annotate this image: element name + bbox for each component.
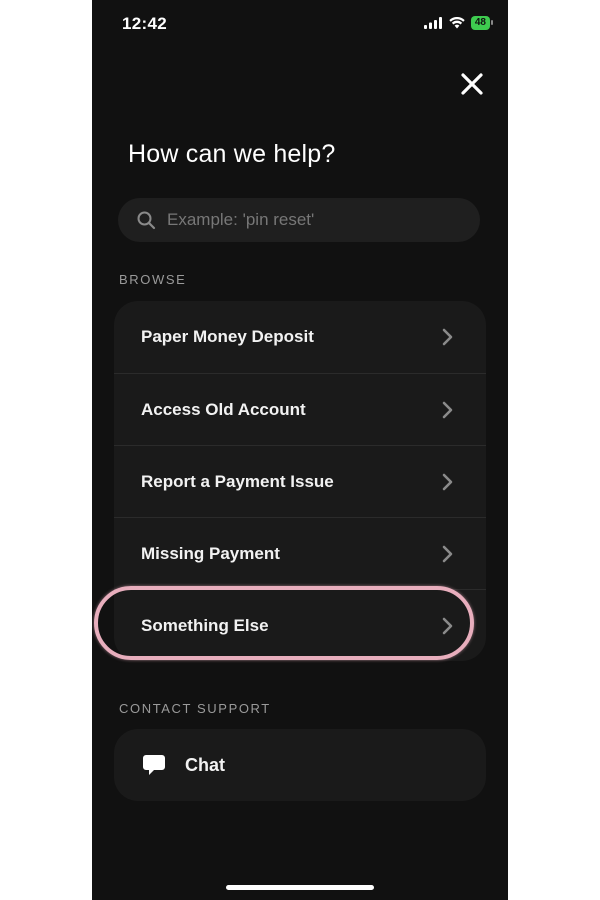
browse-item-label: Something Else bbox=[141, 615, 269, 635]
chat-bubble-icon bbox=[143, 755, 165, 775]
contact-support-label: CONTACT SUPPORT bbox=[119, 701, 271, 716]
status-icons: 48 bbox=[423, 16, 494, 30]
chat-button[interactable]: Chat bbox=[114, 729, 486, 801]
status-time: 12:42 bbox=[122, 14, 167, 33]
close-icon[interactable] bbox=[458, 70, 486, 98]
search-input[interactable] bbox=[165, 209, 469, 231]
browse-section-label: BROWSE bbox=[119, 272, 187, 287]
phone-screen: 12:42 48 How can we help? BROWSE bbox=[92, 0, 508, 900]
chevron-right-icon bbox=[442, 617, 453, 634]
chevron-right-icon bbox=[442, 473, 453, 490]
browse-item-label: Paper Money Deposit bbox=[141, 327, 314, 346]
page-title: How can we help? bbox=[128, 140, 336, 168]
wifi-icon bbox=[449, 17, 465, 29]
browse-item-paper-money-deposit[interactable]: Paper Money Deposit bbox=[114, 301, 486, 373]
chat-label: Chat bbox=[185, 754, 225, 775]
chevron-right-icon bbox=[442, 328, 453, 346]
search-icon bbox=[137, 211, 156, 230]
browse-item-label: Access Old Account bbox=[141, 399, 306, 419]
browse-item-label: Missing Payment bbox=[141, 543, 280, 563]
home-indicator[interactable] bbox=[226, 885, 374, 890]
chevron-right-icon bbox=[442, 401, 453, 418]
chevron-right-icon bbox=[442, 545, 453, 562]
browse-item-access-old-account[interactable]: Access Old Account bbox=[114, 373, 486, 445]
status-bar: 12:42 48 bbox=[92, 0, 508, 50]
browse-item-report-payment-issue[interactable]: Report a Payment Issue bbox=[114, 445, 486, 517]
battery-icon: 48 bbox=[470, 16, 494, 30]
browse-list: Paper Money Deposit Access Old Account R… bbox=[114, 301, 486, 661]
browse-item-missing-payment[interactable]: Missing Payment bbox=[114, 517, 486, 589]
signal-icon bbox=[423, 17, 442, 29]
search-bar[interactable] bbox=[118, 198, 480, 242]
browse-item-label: Report a Payment Issue bbox=[141, 471, 334, 491]
browse-item-something-else[interactable]: Something Else bbox=[114, 589, 486, 661]
